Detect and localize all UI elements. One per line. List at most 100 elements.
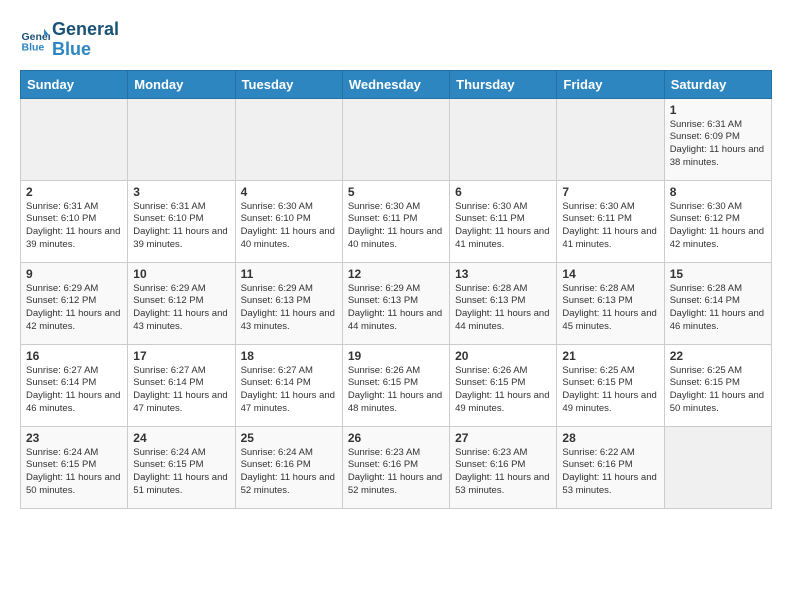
calendar-cell: 27 Sunrise: 6:23 AM Sunset: 6:16 PM Dayli…: [450, 426, 557, 508]
calendar-cell: 1 Sunrise: 6:31 AM Sunset: 6:09 PM Daylig…: [664, 98, 771, 180]
calendar-cell: 8 Sunrise: 6:30 AM Sunset: 6:12 PM Daylig…: [664, 180, 771, 262]
calendar-cell: [450, 98, 557, 180]
calendar-cell: [664, 426, 771, 508]
day-info: Sunrise: 6:25 AM Sunset: 6:15 PM Dayligh…: [562, 365, 658, 416]
logo-icon: General Blue: [20, 25, 50, 55]
day-number: 1: [670, 103, 766, 117]
day-number: 11: [241, 267, 337, 281]
day-info: Sunrise: 6:31 AM Sunset: 6:10 PM Dayligh…: [133, 201, 229, 252]
calendar-cell: 25Sunrise: 6:24 AM Sunset: 6:16 PM Dayli…: [235, 426, 342, 508]
day-info: Sunrise: 6:24 AM Sunset: 6:16 PM Dayligh…: [241, 447, 337, 498]
day-info: Sunrise: 6:28 AM Sunset: 6:14 PM Dayligh…: [670, 283, 766, 334]
calendar-cell: 17 Sunrise: 6:27 AM Sunset: 6:14 PM Dayli…: [128, 344, 235, 426]
calendar-cell: 19 Sunrise: 6:26 AM Sunset: 6:15 PM Dayli…: [342, 344, 449, 426]
day-number: 21: [562, 349, 658, 363]
day-info: Sunrise: 6:30 AM Sunset: 6:11 PM Dayligh…: [348, 201, 444, 252]
weekday-header-friday: Friday: [557, 70, 664, 98]
calendar-cell: 5 Sunrise: 6:30 AM Sunset: 6:11 PM Daylig…: [342, 180, 449, 262]
day-info: Sunrise: 6:29 AM Sunset: 6:12 PM Dayligh…: [133, 283, 229, 334]
day-info: Sunrise: 6:31 AM Sunset: 6:10 PM Dayligh…: [26, 201, 122, 252]
calendar-cell: 14 Sunrise: 6:28 AM Sunset: 6:13 PM Dayli…: [557, 262, 664, 344]
calendar-cell: 3 Sunrise: 6:31 AM Sunset: 6:10 PM Daylig…: [128, 180, 235, 262]
calendar-cell: [128, 98, 235, 180]
calendar-cell: 13Sunrise: 6:28 AM Sunset: 6:13 PM Dayli…: [450, 262, 557, 344]
weekday-header-tuesday: Tuesday: [235, 70, 342, 98]
calendar-cell: 11 Sunrise: 6:29 AM Sunset: 6:13 PM Dayli…: [235, 262, 342, 344]
calendar-cell: 16Sunrise: 6:27 AM Sunset: 6:14 PM Dayli…: [21, 344, 128, 426]
day-number: 17: [133, 349, 229, 363]
day-info: Sunrise: 6:30 AM Sunset: 6:11 PM Dayligh…: [562, 201, 658, 252]
calendar-week-5: 23 Sunrise: 6:24 AM Sunset: 6:15 PM Dayli…: [21, 426, 772, 508]
day-info: Sunrise: 6:29 AM Sunset: 6:12 PM Dayligh…: [26, 283, 122, 334]
day-info: Sunrise: 6:27 AM Sunset: 6:14 PM Dayligh…: [133, 365, 229, 416]
day-number: 8: [670, 185, 766, 199]
calendar-cell: 2 Sunrise: 6:31 AM Sunset: 6:10 PM Daylig…: [21, 180, 128, 262]
day-info: Sunrise: 6:31 AM Sunset: 6:09 PM Dayligh…: [670, 119, 766, 170]
weekday-header-thursday: Thursday: [450, 70, 557, 98]
day-info: Sunrise: 6:23 AM Sunset: 6:16 PM Dayligh…: [348, 447, 444, 498]
day-number: 9: [26, 267, 122, 281]
calendar-cell: 24 Sunrise: 6:24 AM Sunset: 6:15 PM Dayli…: [128, 426, 235, 508]
day-number: 13: [455, 267, 551, 281]
calendar-body: 1 Sunrise: 6:31 AM Sunset: 6:09 PM Daylig…: [21, 98, 772, 508]
calendar-week-1: 1 Sunrise: 6:31 AM Sunset: 6:09 PM Daylig…: [21, 98, 772, 180]
weekday-header-saturday: Saturday: [664, 70, 771, 98]
day-number: 28: [562, 431, 658, 445]
day-number: 23: [26, 431, 122, 445]
day-info: Sunrise: 6:26 AM Sunset: 6:15 PM Dayligh…: [348, 365, 444, 416]
calendar-cell: 6 Sunrise: 6:30 AM Sunset: 6:11 PM Daylig…: [450, 180, 557, 262]
day-number: 7: [562, 185, 658, 199]
day-number: 16: [26, 349, 122, 363]
calendar-cell: 9 Sunrise: 6:29 AM Sunset: 6:12 PM Daylig…: [21, 262, 128, 344]
weekday-header-row: SundayMondayTuesdayWednesdayThursdayFrid…: [21, 70, 772, 98]
day-number: 19: [348, 349, 444, 363]
day-info: Sunrise: 6:29 AM Sunset: 6:13 PM Dayligh…: [348, 283, 444, 334]
day-number: 22: [670, 349, 766, 363]
calendar-cell: 12 Sunrise: 6:29 AM Sunset: 6:13 PM Dayli…: [342, 262, 449, 344]
day-info: Sunrise: 6:30 AM Sunset: 6:11 PM Dayligh…: [455, 201, 551, 252]
calendar-cell: 15 Sunrise: 6:28 AM Sunset: 6:14 PM Dayli…: [664, 262, 771, 344]
weekday-header-sunday: Sunday: [21, 70, 128, 98]
day-number: 18: [241, 349, 337, 363]
calendar-cell: 21 Sunrise: 6:25 AM Sunset: 6:15 PM Dayli…: [557, 344, 664, 426]
calendar-cell: 22 Sunrise: 6:25 AM Sunset: 6:15 PM Dayli…: [664, 344, 771, 426]
calendar-cell: 18Sunrise: 6:27 AM Sunset: 6:14 PM Dayli…: [235, 344, 342, 426]
day-number: 24: [133, 431, 229, 445]
day-number: 6: [455, 185, 551, 199]
day-info: Sunrise: 6:30 AM Sunset: 6:12 PM Dayligh…: [670, 201, 766, 252]
day-number: 14: [562, 267, 658, 281]
calendar-cell: 7 Sunrise: 6:30 AM Sunset: 6:11 PM Daylig…: [557, 180, 664, 262]
calendar-week-3: 9 Sunrise: 6:29 AM Sunset: 6:12 PM Daylig…: [21, 262, 772, 344]
svg-text:Blue: Blue: [22, 41, 45, 53]
day-info: Sunrise: 6:29 AM Sunset: 6:13 PM Dayligh…: [241, 283, 337, 334]
day-info: Sunrise: 6:23 AM Sunset: 6:16 PM Dayligh…: [455, 447, 551, 498]
day-info: Sunrise: 6:25 AM Sunset: 6:15 PM Dayligh…: [670, 365, 766, 416]
day-info: Sunrise: 6:24 AM Sunset: 6:15 PM Dayligh…: [133, 447, 229, 498]
day-info: Sunrise: 6:26 AM Sunset: 6:15 PM Dayligh…: [455, 365, 551, 416]
calendar-cell: [21, 98, 128, 180]
calendar-week-4: 16 Sunrise: 6:27 AM Sunset: 6:14 PM Dayli…: [21, 344, 772, 426]
day-info: Sunrise: 6:22 AM Sunset: 6:16 PM Dayligh…: [562, 447, 658, 498]
day-number: 3: [133, 185, 229, 199]
day-number: 20: [455, 349, 551, 363]
day-number: 10: [133, 267, 229, 281]
day-number: 15: [670, 267, 766, 281]
weekday-header-monday: Monday: [128, 70, 235, 98]
weekday-header-wednesday: Wednesday: [342, 70, 449, 98]
day-number: 26: [348, 431, 444, 445]
calendar-cell: 4Sunrise: 6:30 AM Sunset: 6:10 PM Daylig…: [235, 180, 342, 262]
page-header: General Blue General Blue: [20, 20, 772, 60]
day-number: 5: [348, 185, 444, 199]
calendar-cell: 10 Sunrise: 6:29 AM Sunset: 6:12 PM Dayli…: [128, 262, 235, 344]
calendar-week-2: 2 Sunrise: 6:31 AM Sunset: 6:10 PM Daylig…: [21, 180, 772, 262]
logo: General Blue General Blue: [20, 20, 119, 60]
day-number: 12: [348, 267, 444, 281]
day-number: 4: [241, 185, 337, 199]
logo-line1: General: [52, 20, 119, 40]
logo-line2: Blue: [52, 40, 119, 60]
day-number: 27: [455, 431, 551, 445]
day-info: Sunrise: 6:28 AM Sunset: 6:13 PM Dayligh…: [562, 283, 658, 334]
calendar-cell: 26 Sunrise: 6:23 AM Sunset: 6:16 PM Dayli…: [342, 426, 449, 508]
calendar-cell: 20 Sunrise: 6:26 AM Sunset: 6:15 PM Dayli…: [450, 344, 557, 426]
day-number: 2: [26, 185, 122, 199]
